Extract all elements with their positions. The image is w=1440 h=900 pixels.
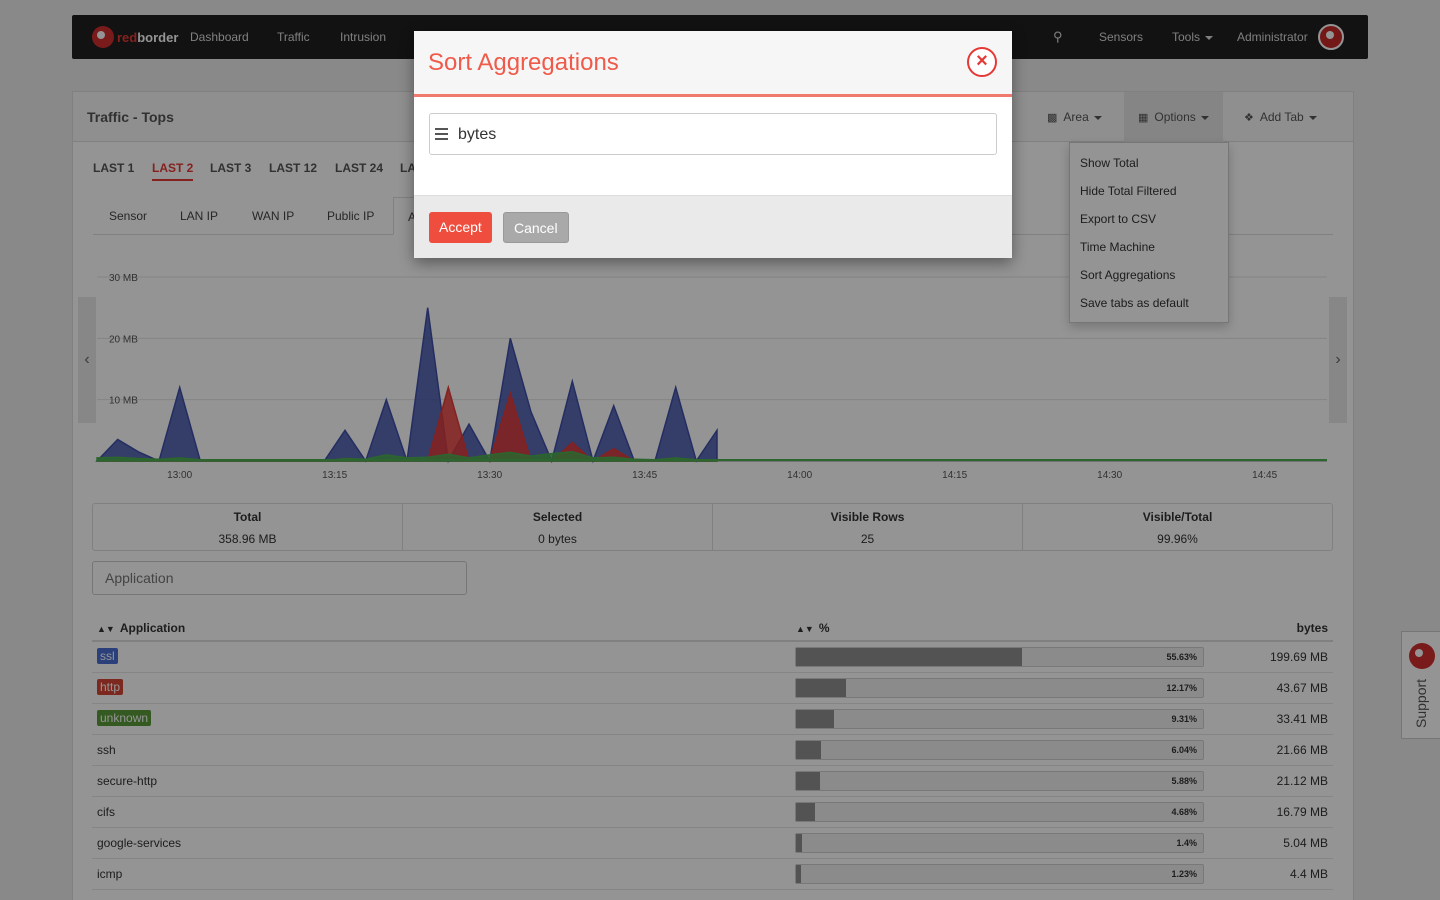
drag-handle-icon[interactable] — [435, 128, 448, 140]
sort-aggregations-modal: Sort Aggregations × bytes Accept Cancel — [414, 31, 1012, 258]
sortable-item-label: bytes — [458, 126, 497, 143]
accept-button[interactable]: Accept — [429, 212, 492, 243]
cancel-button[interactable]: Cancel — [503, 212, 569, 243]
modal-footer: Accept Cancel — [414, 195, 1012, 258]
modal-header: Sort Aggregations × — [414, 31, 1012, 97]
close-icon[interactable]: × — [967, 47, 997, 77]
modal-title: Sort Aggregations — [428, 49, 619, 76]
sortable-item[interactable]: bytes — [429, 113, 997, 155]
